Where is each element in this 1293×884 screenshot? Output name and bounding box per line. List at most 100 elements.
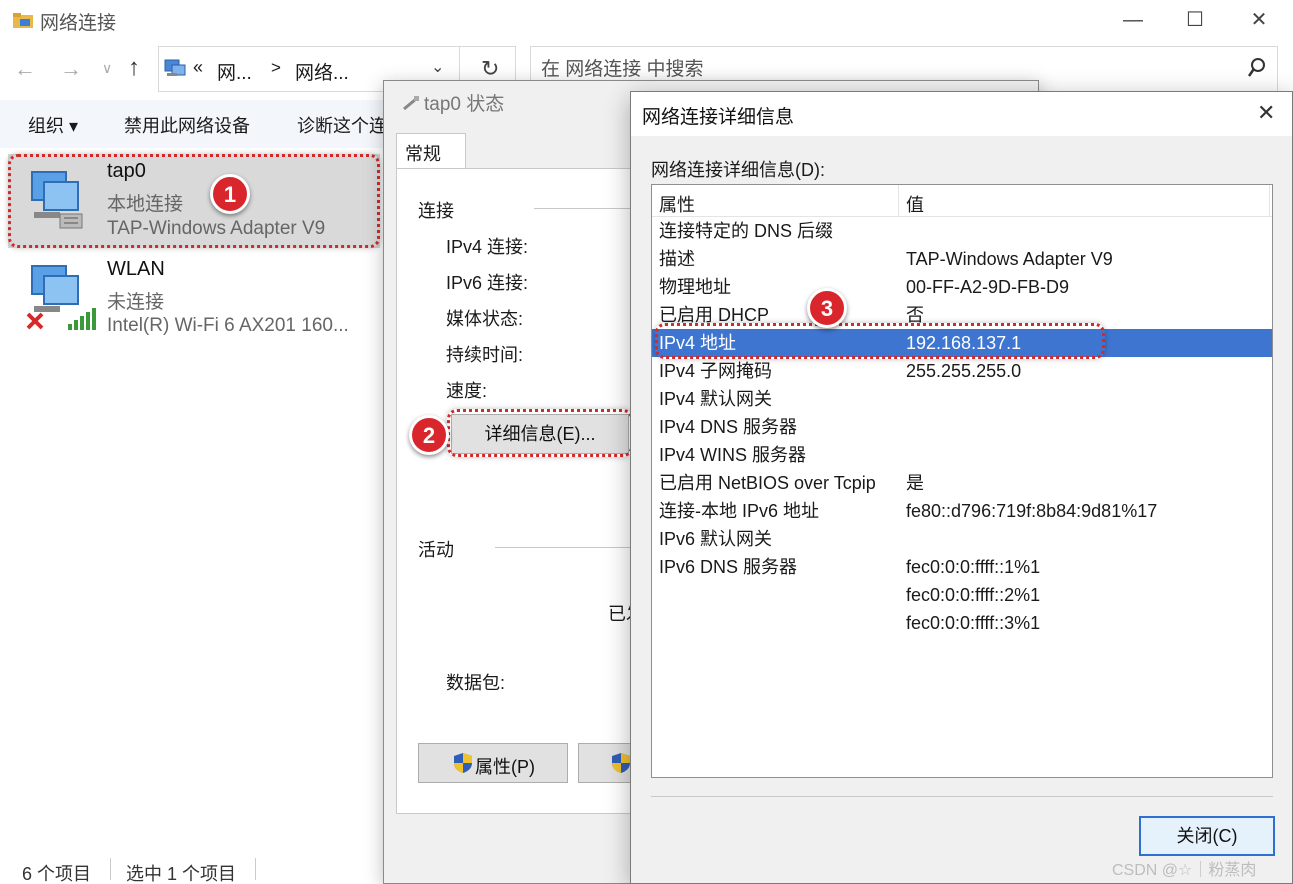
address-dropdown-chevron-icon[interactable]: ⌄	[431, 57, 444, 77]
disable-device-button[interactable]: 禁用此网络设备	[124, 112, 250, 138]
details-dialog: 网络连接详细信息 ✕ 网络连接详细信息(D): 属性 值 连接特定的 DNS 后…	[630, 91, 1293, 884]
uac-shield-icon	[611, 752, 631, 779]
list-row[interactable]: 物理地址 00-FF-A2-9D-FB-D9	[652, 273, 1272, 301]
property-value: 255.255.255.0	[906, 361, 1022, 381]
network-item-wlan[interactable]: WLAN 未连接 Intel(R) Wi-Fi 6 AX201 160...	[8, 252, 380, 346]
network-folder-icon	[163, 57, 187, 84]
network-item-device: Intel(R) Wi-Fi 6 AX201 160...	[107, 315, 349, 336]
details-title-bar: 网络连接详细信息 ✕	[631, 92, 1292, 136]
duration-label: 持续时间:	[446, 345, 524, 365]
speed-label: 速度:	[446, 381, 488, 401]
activity-group-label: 活动	[418, 540, 454, 560]
network-adapter-icon	[24, 262, 100, 339]
property-name: IPv6 DNS 服务器	[659, 557, 798, 577]
status-dialog-title: tap0 状态	[424, 94, 505, 115]
disable-button[interactable]	[578, 743, 638, 783]
connection-group-label: 连接	[418, 201, 454, 221]
back-arrow-icon[interactable]: ←	[14, 56, 36, 82]
footer-divider	[651, 796, 1273, 797]
details-list-label: 网络连接详细信息(D):	[651, 160, 825, 180]
group-divider	[495, 547, 645, 548]
properties-button[interactable]: 属性(P)	[418, 743, 568, 783]
close-button[interactable]: 关闭(C)	[1139, 816, 1275, 856]
up-arrow-icon[interactable]: ↑	[128, 54, 140, 82]
step-badge-1: 1	[210, 174, 250, 214]
list-row[interactable]: fec0:0:0:ffff::3%1	[652, 609, 1272, 637]
network-item-name: WLAN	[107, 258, 165, 280]
maximize-button[interactable]: ☐	[1172, 4, 1218, 36]
network-cable-icon	[402, 95, 420, 116]
column-divider	[1269, 185, 1270, 217]
details-list[interactable]: 属性 值 连接特定的 DNS 后缀 描述 TAP-Windows Adapter V…	[651, 184, 1273, 778]
property-name: IPv4 子网掩码	[659, 361, 773, 381]
column-divider	[898, 185, 899, 217]
ipv4-connectivity-label: IPv4 连接:	[446, 237, 529, 257]
close-window-button[interactable]: ✕	[1236, 4, 1282, 36]
ipv6-connectivity-label: IPv6 连接:	[446, 273, 529, 293]
highlight-box-2	[447, 409, 633, 457]
refresh-icon[interactable]: ↻	[481, 56, 499, 82]
media-state-label: 媒体状态:	[446, 309, 524, 329]
property-name: 连接特定的 DNS 后缀	[659, 221, 834, 241]
property-name: 描述	[659, 249, 695, 269]
status-divider	[110, 858, 111, 880]
step-badge-3: 3	[807, 288, 847, 328]
list-row[interactable]: IPv6 默认网关	[652, 525, 1272, 553]
property-name: 已启用 NetBIOS over Tcpip	[659, 473, 876, 493]
list-row[interactable]: IPv4 WINS 服务器	[652, 441, 1272, 469]
breadcrumb-overflow[interactable]: «	[193, 57, 203, 78]
column-header-value[interactable]: 值	[906, 191, 924, 217]
item-count: 6 个项目	[22, 864, 92, 884]
packets-label: 数据包:	[446, 673, 506, 693]
step-badge-2: 2	[409, 415, 449, 455]
list-row[interactable]: IPv6 DNS 服务器 fec0:0:0:ffff::1%1	[652, 553, 1272, 581]
list-row[interactable]: fec0:0:0:ffff::2%1	[652, 581, 1272, 609]
status-divider	[255, 858, 256, 880]
list-row[interactable]: 描述 TAP-Windows Adapter V9	[652, 245, 1272, 273]
network-item-status: 未连接	[107, 292, 165, 313]
property-name: 连接-本地 IPv6 地址	[659, 501, 820, 521]
property-name: 物理地址	[659, 277, 731, 297]
list-header: 属性 值	[652, 185, 1272, 217]
selected-count: 选中 1 个项目	[126, 864, 237, 884]
property-value: fec0:0:0:ffff::3%1	[906, 613, 1041, 633]
list-body: 连接特定的 DNS 后缀 描述 TAP-Windows Adapter V9 物理地址…	[652, 217, 1272, 777]
property-value: fec0:0:0:ffff::2%1	[906, 585, 1041, 605]
details-dialog-title: 网络连接详细信息	[642, 107, 795, 128]
property-value: fec0:0:0:ffff::1%1	[906, 557, 1041, 577]
property-name: IPv4 默认网关	[659, 389, 773, 409]
list-row[interactable]: 连接特定的 DNS 后缀	[652, 217, 1272, 245]
title-bar: 网络连接 — ☐ ✕	[0, 0, 1293, 40]
window-title: 网络连接	[40, 13, 117, 34]
property-value: 是	[906, 473, 924, 493]
breadcrumb-item-1[interactable]: 网...	[217, 58, 252, 85]
diagnose-button[interactable]: 诊断这个连	[297, 112, 387, 138]
list-row[interactable]: 已启用 NetBIOS over Tcpip 是	[652, 469, 1272, 497]
highlight-box-3	[655, 323, 1105, 359]
breadcrumb-separator: >	[271, 58, 281, 77]
group-divider	[534, 208, 644, 209]
list-row[interactable]: IPv4 默认网关	[652, 385, 1272, 413]
property-value: TAP-Windows Adapter V9	[906, 249, 1113, 269]
column-header-property[interactable]: 属性	[659, 191, 695, 217]
minimize-button[interactable]: —	[1110, 4, 1156, 36]
list-row[interactable]: 连接-本地 IPv6 地址 fe80::d796:719f:8b84:9d81%1…	[652, 497, 1272, 525]
property-name: IPv6 默认网关	[659, 529, 773, 549]
close-dialog-icon[interactable]: ✕	[1257, 100, 1275, 126]
watermark: CSDN @☆｜粉蒸肉	[1112, 862, 1257, 879]
forward-arrow-icon[interactable]: →	[60, 56, 82, 82]
property-value: 00-FF-A2-9D-FB-D9	[906, 277, 1070, 297]
organize-menu[interactable]: 组织 ▾	[28, 112, 78, 138]
breadcrumb-item-2[interactable]: 网络...	[295, 58, 349, 85]
highlight-box-1	[8, 154, 380, 248]
list-row[interactable]: IPv4 DNS 服务器	[652, 413, 1272, 441]
tab-general[interactable]: 常规	[396, 133, 466, 169]
property-value: fe80::d796:719f:8b84:9d81%17	[906, 501, 1158, 521]
folder-network-icon	[12, 10, 34, 35]
properties-button-label: 属性(P)	[475, 757, 535, 777]
property-name: IPv4 WINS 服务器	[659, 445, 807, 465]
property-name: IPv4 DNS 服务器	[659, 417, 798, 437]
list-row[interactable]: IPv4 子网掩码 255.255.255.0	[652, 357, 1272, 385]
search-icon[interactable]	[1247, 57, 1267, 84]
recent-locations-chevron-icon[interactable]: ∨	[102, 60, 112, 77]
